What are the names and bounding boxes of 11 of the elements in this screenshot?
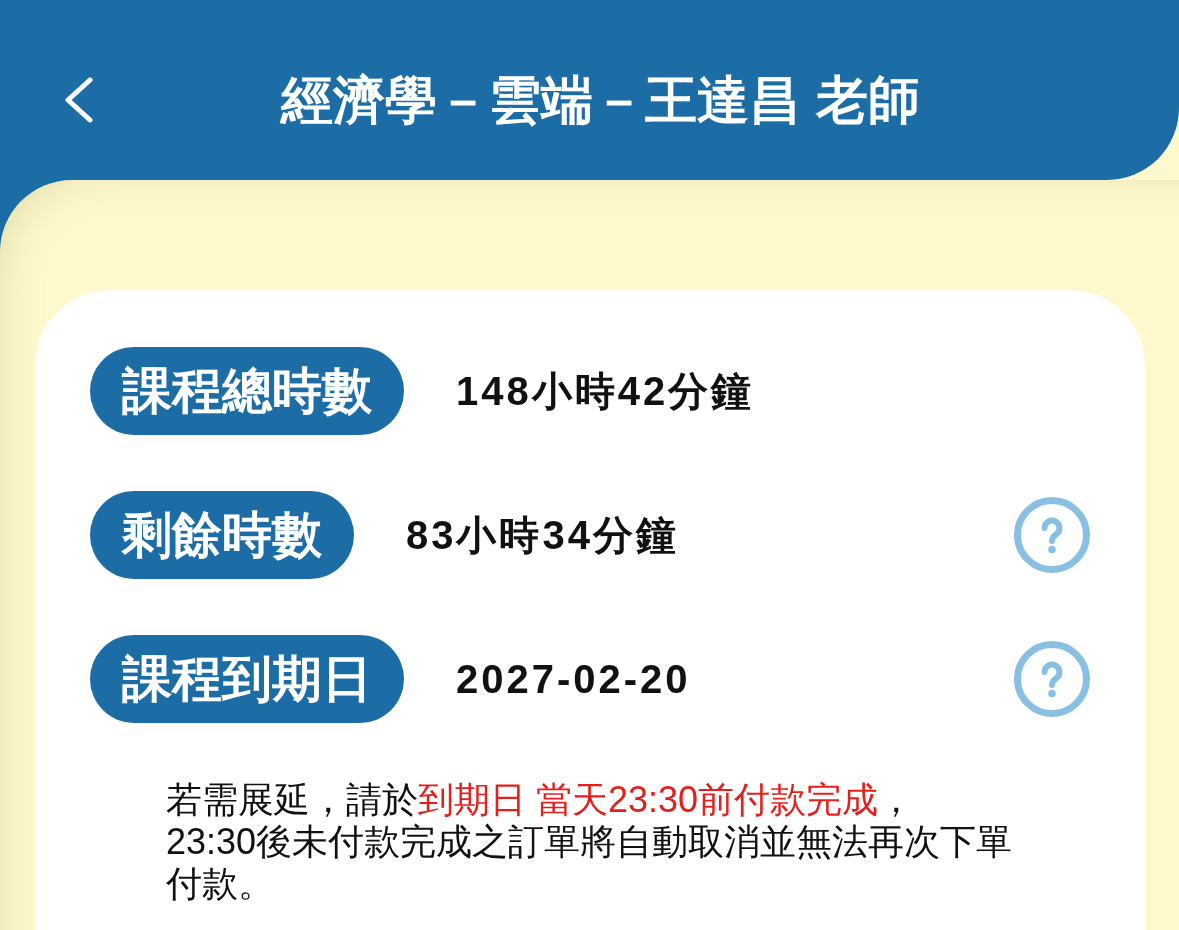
field-value: 83小時34分鐘 [406,511,679,559]
field-label: 課程總時數 [90,347,404,435]
help-icon[interactable] [1014,641,1090,717]
page-title: 經濟學－雲端－王達昌 老師 [279,69,921,131]
field-value: 2027-02-20 [456,656,691,702]
field-label: 剩餘時數 [90,491,354,579]
field-label: 課程到期日 [90,635,404,723]
notice-text: 若需展延，請於到期日 當天23:30前付款完成， 23:30後未付款完成之訂單將自動取消並無法再次下單付款。 [166,779,1014,905]
field-value: 148小時42分鐘 [456,367,755,415]
back-icon[interactable] [64,77,94,123]
help-icon[interactable] [1014,497,1090,573]
